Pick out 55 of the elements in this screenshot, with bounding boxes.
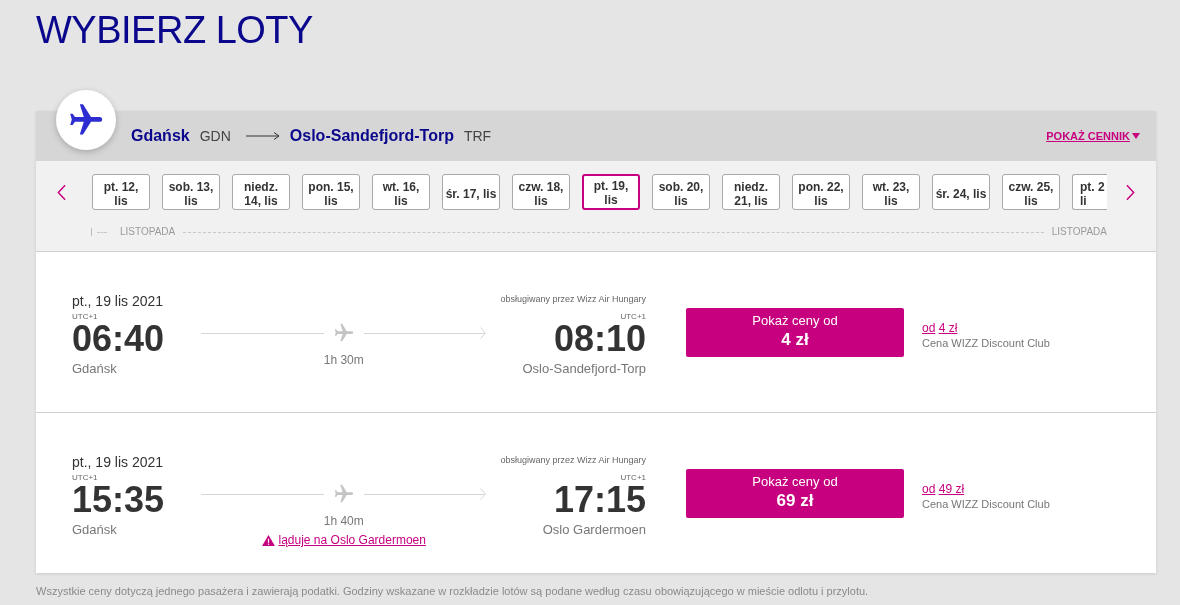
arrival-time: 08:10 bbox=[552, 322, 646, 356]
date-tab[interactable]: sob. 20, lis bbox=[652, 174, 710, 210]
departure-time: 15:35 bbox=[72, 483, 166, 517]
date-tab[interactable]: pon. 22, lis bbox=[792, 174, 850, 210]
date-tab[interactable]: pon. 15, lis bbox=[302, 174, 360, 210]
date-tab[interactable]: pt. 12, lis bbox=[92, 174, 150, 210]
date-tab[interactable]: sob. 13, lis bbox=[162, 174, 220, 210]
arrival-city: Oslo-Sandefjord-Torp bbox=[521, 360, 646, 378]
operator-text: obsługiwany przez Wizz Air Hungary bbox=[500, 454, 646, 467]
price-button[interactable]: Pokaż ceny od 4 zł bbox=[686, 308, 904, 357]
date-tab[interactable]: niedz. 21, lis bbox=[722, 174, 780, 210]
date-tab[interactable]: śr. 24, lis bbox=[932, 174, 990, 210]
arrow-icon bbox=[245, 131, 280, 141]
price-button[interactable]: Pokaż ceny od 69 zł bbox=[686, 469, 904, 518]
month-label: LISTOPADA bbox=[120, 226, 176, 238]
chevron-left-icon[interactable] bbox=[57, 183, 66, 201]
date-tab[interactable]: pt. 2 li bbox=[1072, 174, 1107, 210]
departure-date: pt., 19 lis 2021 bbox=[72, 292, 165, 310]
landing-notice-link[interactable]: ląduje na Oslo Gardermoen bbox=[278, 532, 426, 548]
date-tab[interactable]: czw. 18, lis bbox=[512, 174, 570, 210]
date-tab[interactable]: śr. 17, lis bbox=[442, 174, 500, 210]
price-list-link[interactable]: POKAŻ CENNIK bbox=[1046, 130, 1140, 142]
destination-city: Oslo-Sandefjord-Torp bbox=[289, 127, 454, 145]
duration-text: 1h 40m bbox=[323, 513, 364, 529]
club-price-link[interactable]: od 49 zł bbox=[922, 481, 965, 497]
timezone-label: UTC+1 bbox=[619, 473, 646, 483]
club-price-link[interactable]: od 4 zł bbox=[922, 320, 958, 336]
month-label: LISTOPADA bbox=[1051, 226, 1107, 238]
timezone-label: UTC+1 bbox=[72, 473, 99, 483]
timezone-label: UTC+1 bbox=[619, 312, 646, 322]
date-tab[interactable]: czw. 25, lis bbox=[1002, 174, 1060, 210]
plane-icon bbox=[56, 90, 116, 150]
timezone-label: UTC+1 bbox=[72, 312, 99, 322]
footer-note: Wszystkie ceny dotyczą jednego pasażera i zawierają podatki. Godziny wskazane w rozkładzie lotów są podane według czasu obowiązującego w mieście odlotu i przylotu. bbox=[36, 584, 870, 598]
destination-code: TRF bbox=[463, 128, 492, 144]
arrival-city: Oslo Gardermoen bbox=[541, 521, 646, 539]
departure-date: pt., 19 lis 2021 bbox=[72, 453, 165, 471]
origin-code: GDN bbox=[199, 128, 231, 144]
origin-city: Gdańsk bbox=[131, 127, 190, 145]
operator-text: obsługiwany przez Wizz Air Hungary bbox=[500, 293, 646, 306]
date-tab[interactable]: wt. 23, lis bbox=[862, 174, 920, 210]
departure-time: 06:40 bbox=[72, 322, 166, 356]
departure-city: Gdańsk bbox=[72, 521, 118, 539]
arrival-time: 17:15 bbox=[552, 483, 646, 517]
club-label: Cena WIZZ Discount Club bbox=[922, 336, 1050, 350]
warning-icon bbox=[261, 534, 275, 546]
chevron-right-icon[interactable] bbox=[1126, 183, 1135, 201]
date-tab[interactable]: pt. 19, lis bbox=[582, 174, 640, 210]
departure-city: Gdańsk bbox=[72, 360, 118, 378]
page-title: WYBIERZ LOTY bbox=[36, 10, 313, 50]
date-tab[interactable]: wt. 16, lis bbox=[372, 174, 430, 210]
date-tab[interactable]: niedz. 14, lis bbox=[232, 174, 290, 210]
caret-icon bbox=[1132, 133, 1140, 139]
duration-text: 1h 30m bbox=[323, 352, 364, 368]
club-label: Cena WIZZ Discount Club bbox=[922, 497, 1050, 511]
